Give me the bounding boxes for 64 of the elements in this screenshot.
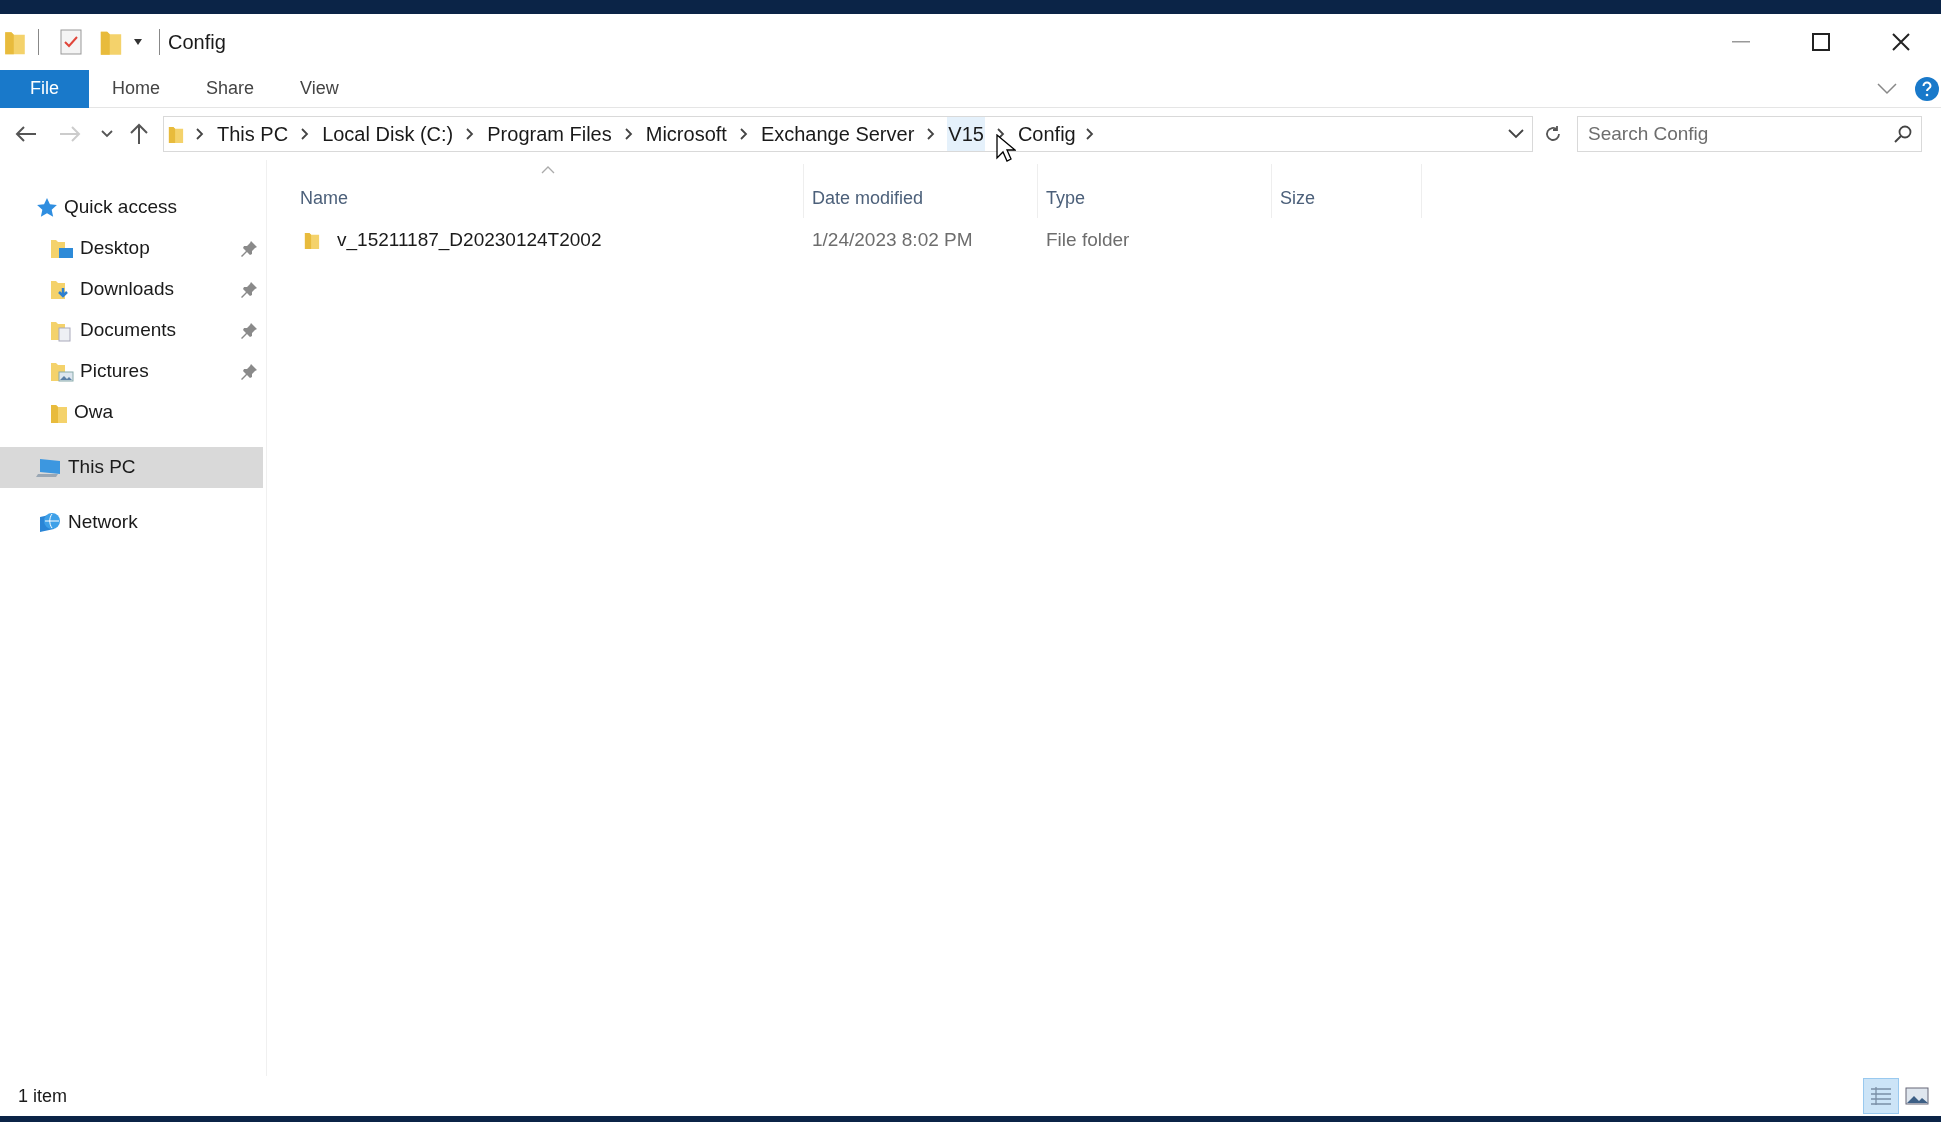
mouse-cursor-icon: [996, 134, 1016, 164]
maximize-icon: [1812, 33, 1830, 51]
sidebar-item[interactable]: Owa: [0, 392, 263, 433]
star-icon: [36, 196, 58, 219]
breadcrumb[interactable]: Program Files: [486, 117, 613, 151]
sidebar-item[interactable]: Network: [0, 502, 263, 543]
address-bar[interactable]: This PC Local Disk (C:) Program Files Microsoft Exchange Server V15 Config: [163, 116, 1533, 152]
breadcrumb[interactable]: V15: [947, 117, 985, 151]
breadcrumb[interactable]: Config: [1016, 117, 1077, 151]
file-row[interactable]: v_15211187_D20230124T2002 1/24/2023 8:02 PM File folder: [292, 222, 1941, 258]
ribbon-tab[interactable]: File: [0, 69, 89, 108]
breadcrumb[interactable]: Local Disk (C:): [321, 117, 455, 151]
breadcrumb[interactable]: This PC: [216, 117, 290, 151]
sidebar-item[interactable]: Quick access: [0, 187, 263, 228]
pin-icon[interactable]: [240, 280, 258, 299]
documents-folder-icon: [50, 319, 74, 342]
search-icon: [1894, 125, 1912, 143]
tiles-view-icon: [1905, 1087, 1929, 1105]
chevron-down-icon[interactable]: [101, 130, 113, 138]
ribbon-tab[interactable]: Home: [89, 69, 183, 108]
minimize-icon: [1732, 41, 1750, 43]
details-view-icon: [1870, 1086, 1892, 1106]
breadcrumb[interactable]: Microsoft: [644, 117, 728, 151]
column-header[interactable]: Type: [1038, 164, 1272, 218]
sidebar-item[interactable]: Desktop: [0, 228, 263, 269]
computer-icon: [36, 456, 62, 479]
chevron-right-icon[interactable]: [739, 128, 748, 140]
chevron-down-icon[interactable]: [1508, 129, 1524, 139]
chevron-right-icon[interactable]: [1085, 128, 1094, 140]
pictures-folder-icon: [50, 360, 74, 383]
ribbon-tab[interactable]: Share: [183, 69, 278, 108]
column-header[interactable]: Date modified: [804, 164, 1038, 218]
caret-icon[interactable]: [133, 39, 143, 45]
item-count: 1 item: [18, 1084, 68, 1108]
search-field[interactable]: Search Config: [1577, 116, 1922, 152]
pin-icon[interactable]: [240, 239, 258, 258]
desktop-folder-icon: [50, 237, 74, 260]
breadcrumb[interactable]: Exchange Server: [759, 117, 916, 151]
sidebar-item[interactable]: This PC: [0, 447, 263, 488]
chevron-right-icon[interactable]: [624, 128, 633, 140]
file-name: v_15211187_D20230124T2002: [337, 227, 602, 253]
pin-icon[interactable]: [240, 362, 258, 381]
back-arrow-icon[interactable]: [15, 125, 37, 143]
column-header[interactable]: Size: [1272, 164, 1422, 218]
file-type: File folder: [1045, 227, 1131, 252]
chevron-right-icon[interactable]: [301, 128, 310, 140]
column-header[interactable]: Name: [292, 164, 804, 218]
pin-icon[interactable]: [240, 321, 258, 340]
sort-caret-icon: [540, 166, 555, 174]
up-arrow-icon[interactable]: [129, 123, 149, 145]
ribbon-tab[interactable]: View: [277, 69, 362, 108]
help-icon[interactable]: [1915, 76, 1939, 101]
chevron-right-icon[interactable]: [996, 128, 1005, 140]
sidebar-item[interactable]: Downloads: [0, 269, 263, 310]
refresh-icon[interactable]: [1543, 124, 1563, 144]
chevron-right-icon[interactable]: [927, 128, 936, 140]
chevron-right-icon[interactable]: [466, 128, 475, 140]
window-title: Config: [168, 30, 226, 55]
sidebar-item[interactable]: Pictures: [0, 351, 263, 392]
chevron-right-icon[interactable]: [196, 128, 204, 140]
properties-icon[interactable]: [59, 28, 83, 56]
date-modified: 1/24/2023 8:02 PM: [811, 227, 974, 252]
sidebar-item[interactable]: Documents: [0, 310, 263, 351]
close-icon: [1892, 33, 1910, 51]
